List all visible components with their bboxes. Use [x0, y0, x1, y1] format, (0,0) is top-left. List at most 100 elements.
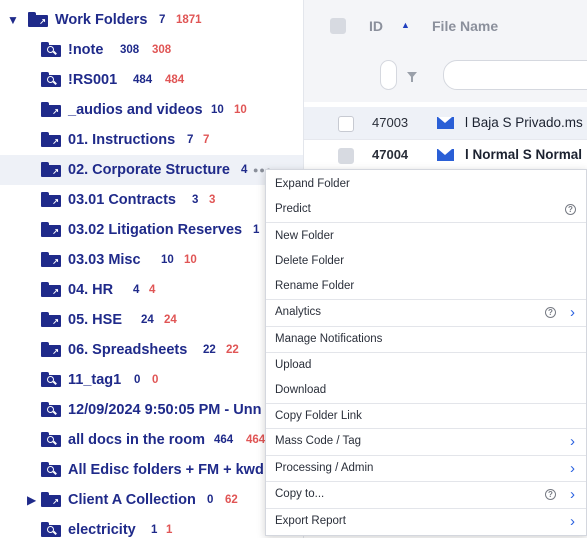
menu-item-label: Copy Folder Link	[275, 410, 362, 422]
folder-tree: ▼ ↗ Work Folders 7 1871 !note 308 308 !R…	[0, 0, 303, 538]
menu-item-label: Processing / Admin	[275, 462, 374, 474]
menu-item-copy-folder-link[interactable]: Copy Folder Link	[266, 404, 586, 429]
help-icon[interactable]: ?	[545, 489, 556, 500]
menu-item-delete-folder[interactable]: Delete Folder	[266, 249, 586, 274]
tree-item-total: 484	[165, 74, 185, 86]
tree-item[interactable]: 12/09/2024 9:50:05 PM - Unn	[0, 395, 303, 425]
tree-item[interactable]: ↗ 03.01 Contracts 3 3	[0, 185, 303, 215]
search-folder-icon	[41, 372, 61, 387]
sort-ascending-icon[interactable]: ▲	[401, 20, 410, 30]
menu-item-expand-folder[interactable]: Expand Folder	[266, 172, 586, 197]
tree-item[interactable]: 11_tag1 0 0	[0, 365, 303, 395]
menu-item-manage-notifications[interactable]: Manage Notifications	[266, 327, 586, 352]
tree-item-count: 464	[214, 434, 234, 446]
menu-item-export-report[interactable]: Export Report ›	[266, 509, 586, 534]
tree-item-label: 03.03 Misc	[68, 252, 141, 268]
tree-root-total: 1871	[176, 14, 202, 26]
filter-icon[interactable]	[407, 72, 417, 82]
tree-item-count: 3	[192, 194, 199, 206]
menu-item-label: Export Report	[275, 515, 346, 527]
menu-item-rename-folder[interactable]: Rename Folder	[266, 274, 586, 299]
folder-icon: ↗	[41, 342, 61, 357]
folder-context-menu: Expand Folder Predict ? New Folder Delet…	[265, 169, 587, 536]
help-icon[interactable]: ?	[545, 307, 556, 318]
folder-icon: ↗	[41, 252, 61, 267]
tree-item-total: 24	[164, 314, 177, 326]
menu-item-label: Upload	[275, 359, 312, 371]
caret-right-icon[interactable]: ▶	[27, 485, 36, 515]
file-name-filter-input[interactable]	[443, 60, 587, 90]
search-folder-icon	[41, 72, 61, 87]
search-folder-icon	[41, 432, 61, 447]
menu-item-predict[interactable]: Predict ?	[266, 197, 586, 222]
tree-item[interactable]: !note 308 308	[0, 35, 303, 65]
folder-icon: ↗	[41, 132, 61, 147]
menu-item-copy-to[interactable]: Copy to... ? ›	[266, 482, 586, 507]
email-icon	[437, 117, 454, 129]
tree-item-selected[interactable]: ↗ 02. Corporate Structure 4 ●●●	[0, 155, 303, 185]
menu-item-upload[interactable]: Upload	[266, 353, 586, 378]
menu-item-label: Download	[275, 384, 327, 396]
tree-item-count: 22	[203, 344, 216, 356]
tree-item-count: 0	[134, 374, 141, 386]
help-icon[interactable]: ?	[565, 204, 576, 215]
tree-item[interactable]: ↗ _audios and videos 10 10	[0, 95, 303, 125]
row-checkbox[interactable]	[338, 148, 354, 164]
row-checkbox[interactable]	[338, 116, 354, 132]
folder-icon: ↗	[28, 12, 48, 27]
caret-down-icon[interactable]: ▼	[7, 5, 19, 35]
menu-item-analytics[interactable]: Analytics ? ›	[266, 300, 586, 325]
tree-item-count: 1	[253, 224, 260, 236]
tree-item-count: 484	[133, 74, 153, 86]
tree-item-label: electricity	[68, 522, 136, 538]
tree-item-count: 1	[151, 524, 158, 536]
tree-item[interactable]: all docs in the room 464 464	[0, 425, 303, 455]
tree-item[interactable]: All Edisc folders + FM + kwd: a	[0, 455, 303, 485]
select-all-checkbox[interactable]	[330, 18, 346, 34]
menu-item-label: Predict	[275, 203, 311, 215]
menu-item-mass-code-tag[interactable]: Mass Code / Tag ›	[266, 429, 586, 454]
tree-root-count: 7	[159, 14, 166, 26]
email-icon	[437, 149, 454, 161]
folder-icon: ↗	[41, 312, 61, 327]
table-row[interactable]: 47003 l Baja S Privado.ms	[304, 107, 587, 140]
tree-item-label: !RS001	[68, 72, 118, 88]
tree-item-total: 10	[234, 104, 247, 116]
tree-item[interactable]: electricity 1 1	[0, 515, 303, 538]
chevron-right-icon: ›	[570, 460, 575, 477]
tree-item-total: 0	[152, 374, 159, 386]
tree-item-label: 12/09/2024 9:50:05 PM - Unn	[68, 402, 262, 418]
menu-item-label: Mass Code / Tag	[275, 435, 362, 447]
tree-item[interactable]: ▶ ↗ Client A Collection 0 62	[0, 485, 303, 515]
tree-item[interactable]: ↗ 06. Spreadsheets 22 22	[0, 335, 303, 365]
tree-item-total: 464	[246, 434, 266, 446]
tree-root-label: Work Folders	[55, 12, 148, 28]
tree-item[interactable]: ↗ 03.02 Litigation Reserves 1	[0, 215, 303, 245]
tree-item-count: 24	[141, 314, 154, 326]
folder-icon: ↗	[41, 282, 61, 297]
menu-item-processing-admin[interactable]: Processing / Admin ›	[266, 456, 586, 481]
id-filter-input[interactable]	[380, 60, 397, 90]
tree-item[interactable]: !RS001 484 484	[0, 65, 303, 95]
table-row[interactable]: 47004 l Normal S Normal	[304, 139, 587, 172]
menu-item-label: New Folder	[275, 230, 334, 242]
column-header-file-name[interactable]: File Name	[432, 18, 498, 34]
tree-item[interactable]: ↗ 05. HSE 24 24	[0, 305, 303, 335]
tree-item[interactable]: ↗ 01. Instructions 7 7	[0, 125, 303, 155]
chevron-right-icon: ›	[570, 486, 575, 503]
column-header-id[interactable]: ID	[369, 18, 383, 34]
menu-item-label: Delete Folder	[275, 255, 345, 267]
grid-filter-row	[304, 52, 587, 102]
tree-item-label: 11_tag1	[68, 372, 122, 388]
chevron-right-icon: ›	[570, 513, 575, 530]
tree-item-count: 10	[161, 254, 174, 266]
tree-item-label: 06. Spreadsheets	[68, 342, 188, 358]
menu-item-label: Expand Folder	[275, 178, 350, 190]
tree-item[interactable]: ↗ 04. HR 4 4	[0, 275, 303, 305]
menu-item-new-folder[interactable]: New Folder	[266, 224, 586, 249]
tree-item[interactable]: ↗ 03.03 Misc 10 10	[0, 245, 303, 275]
search-folder-icon	[41, 402, 61, 417]
tree-root-work-folders[interactable]: ▼ ↗ Work Folders 7 1871	[0, 5, 303, 35]
folder-icon: ↗	[41, 102, 61, 117]
menu-item-download[interactable]: Download	[266, 378, 586, 403]
